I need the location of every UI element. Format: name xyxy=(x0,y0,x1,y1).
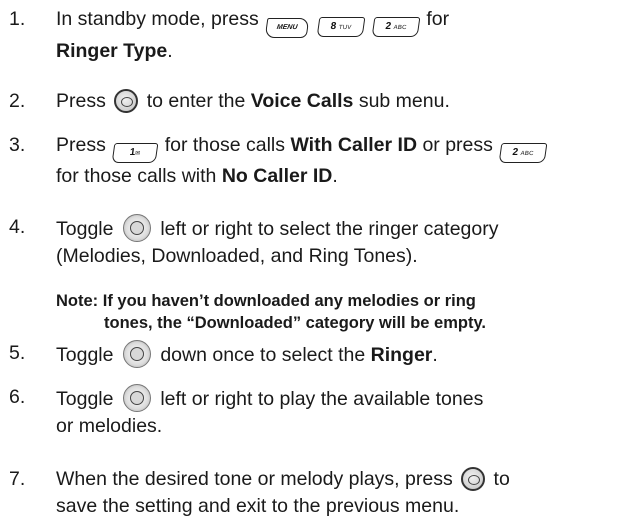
key-8-icon: 8 TUV xyxy=(316,17,365,37)
step-emphasis: Ringer xyxy=(370,344,433,366)
step-text: sub menu. xyxy=(358,90,450,112)
step-text: Press xyxy=(56,134,106,156)
step-text: In standby mode, press xyxy=(56,8,259,30)
step-emphasis: Ringer Type xyxy=(56,40,168,62)
navigation-key-icon xyxy=(122,384,151,412)
navigation-key-icon xyxy=(122,340,151,368)
step-text: for xyxy=(426,8,450,30)
note-line: tones, the “Downloaded” category will be… xyxy=(104,314,487,332)
step-text: or melodies. xyxy=(56,415,163,437)
step-number: 2. xyxy=(9,90,26,112)
step-emphasis: Voice Calls xyxy=(250,90,354,112)
step-text: to xyxy=(493,468,510,490)
step-text: or press xyxy=(422,134,493,156)
step-text: to enter the xyxy=(146,90,246,112)
ok-button-icon xyxy=(461,467,486,491)
step-number: 7. xyxy=(9,468,26,490)
step-text: for those calls xyxy=(164,134,286,156)
step-text: for those calls with xyxy=(56,165,217,187)
step-number: 1. xyxy=(9,8,26,30)
note-line: Note: If you haven’t downloaded any melo… xyxy=(56,292,476,310)
step-emphasis: No Caller ID xyxy=(221,165,333,187)
ok-button-icon xyxy=(114,89,139,113)
step-text: When the desired tone or melody plays, p… xyxy=(56,468,453,490)
navigation-key-icon xyxy=(122,214,151,242)
key-2-icon: 2 ABC xyxy=(371,17,421,37)
step-text: Toggle xyxy=(56,218,114,240)
key-2-icon: 2 ABC xyxy=(498,143,548,163)
step-number: 3. xyxy=(9,134,26,156)
step-text: Toggle xyxy=(56,388,114,410)
step-number: 5. xyxy=(9,342,26,364)
step-text: . xyxy=(167,40,173,62)
step-number: 4. xyxy=(9,216,26,238)
step-text: down once to select the xyxy=(160,344,366,366)
step-text: . xyxy=(432,344,438,366)
note: Note: If you haven’t downloaded any melo… xyxy=(56,290,486,334)
step-text: left or right to select the ringer categ… xyxy=(160,218,499,240)
step-text: Press xyxy=(56,90,106,112)
step-text: Toggle xyxy=(56,344,114,366)
step-emphasis: With Caller ID xyxy=(290,134,418,156)
step-text: . xyxy=(332,165,338,187)
step-text: (Melodies, Downloaded, and Ring Tones). xyxy=(56,245,418,267)
key-1-icon: 1✉ xyxy=(111,143,159,163)
step-text: left or right to play the available tone… xyxy=(160,388,484,410)
step-number: 6. xyxy=(9,386,26,408)
step-text: save the setting and exit to the previou… xyxy=(56,495,460,517)
menu-key-icon: MENU xyxy=(264,18,310,38)
